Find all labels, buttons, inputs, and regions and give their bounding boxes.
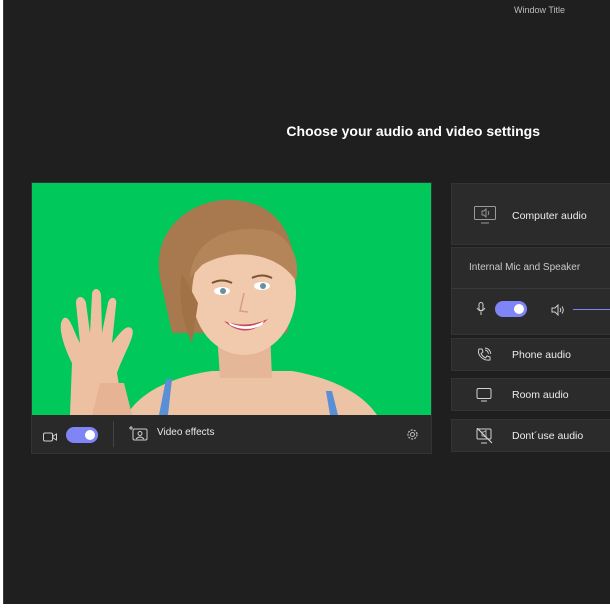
video-controls-bar: Video effects <box>32 415 431 453</box>
computer-speaker-icon <box>474 206 496 229</box>
computer-audio-label: Computer audio <box>512 210 587 222</box>
no-audio-icon <box>476 427 493 449</box>
gear-icon[interactable] <box>406 428 419 446</box>
video-effects-icon[interactable] <box>129 425 149 446</box>
person-video-image <box>60 199 377 415</box>
microphone-icon <box>476 302 486 321</box>
controls-divider <box>113 421 114 447</box>
phone-icon <box>476 347 492 368</box>
audio-device-panel: Internal Mic and Speaker <box>451 247 610 335</box>
panel-divider <box>452 288 610 289</box>
camera-preview <box>32 183 431 415</box>
phone-audio-option[interactable]: Phone audio <box>451 338 610 371</box>
app-window: Window Title Choose your audio and video… <box>3 0 610 604</box>
window-title: Window Title <box>514 5 566 15</box>
video-effects-button[interactable]: Video effects <box>157 427 214 438</box>
room-display-icon <box>476 388 492 407</box>
speaker-volume-slider[interactable] <box>573 309 610 310</box>
camera-toggle[interactable] <box>66 427 98 443</box>
camera-toggle-knob <box>85 430 95 440</box>
microphone-toggle[interactable] <box>495 301 527 317</box>
dont-use-audio-option[interactable]: Dont´use audio <box>451 419 610 452</box>
dont-use-audio-label: Dont´use audio <box>512 430 584 442</box>
video-camera-icon <box>43 429 57 447</box>
computer-audio-option[interactable]: Computer audio <box>451 183 610 245</box>
audio-device-name[interactable]: Internal Mic and Speaker <box>469 262 580 273</box>
room-audio-option[interactable]: Room audio <box>451 378 610 411</box>
video-preview-panel: Video effects <box>31 182 432 454</box>
phone-audio-label: Phone audio <box>512 349 571 361</box>
microphone-toggle-knob <box>514 304 524 314</box>
room-audio-label: Room audio <box>512 389 569 401</box>
page-title: Choose your audio and video settings <box>286 123 540 139</box>
speaker-icon <box>551 303 565 321</box>
